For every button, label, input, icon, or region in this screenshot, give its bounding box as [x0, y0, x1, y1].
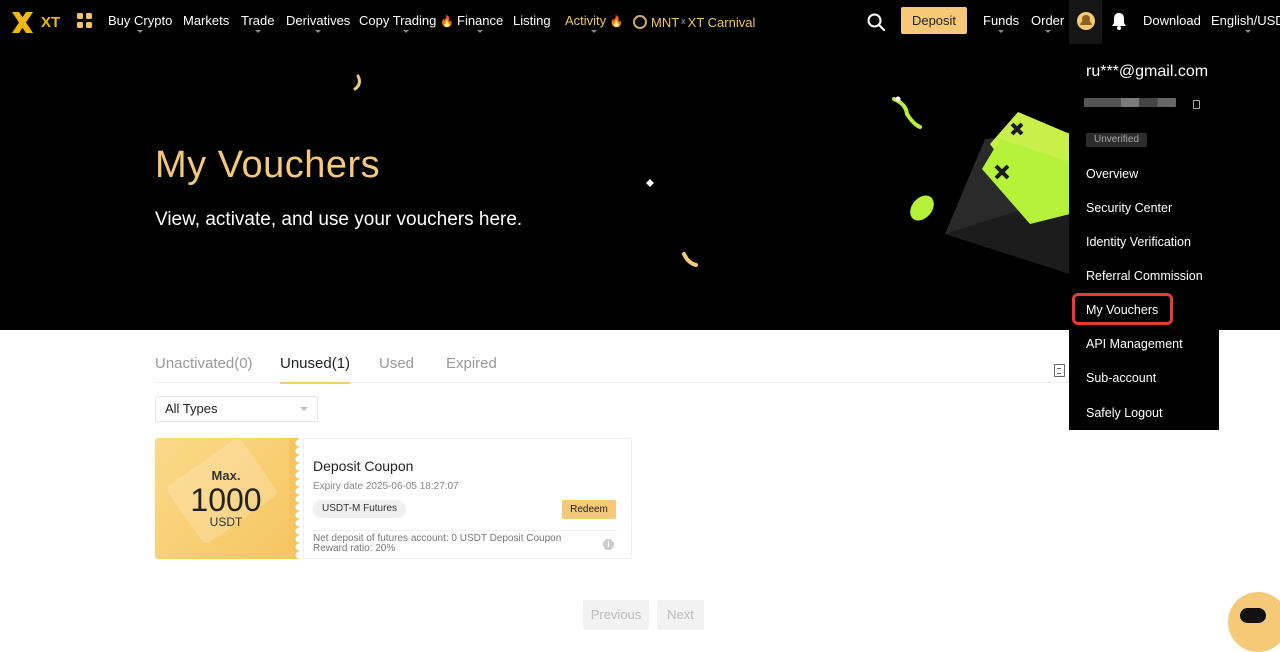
search-icon[interactable]	[867, 13, 885, 31]
voucher-unit: USDT	[209, 515, 243, 529]
voucher-max-label: Max.	[211, 468, 241, 483]
top-nav: XT Buy Crypto Markets Trade Derivatives …	[0, 0, 1280, 44]
account-email: ru***@gmail.com	[1086, 63, 1209, 80]
page-subtitle: View, activate, and use your vouchers he…	[155, 209, 523, 230]
verification-badge: Unverified	[1086, 133, 1148, 147]
avatar-icon[interactable]	[1077, 12, 1095, 30]
chevron-down-icon	[300, 407, 308, 415]
xt-logo-icon	[12, 11, 33, 33]
voucher-note: Net deposit of futures account: 0 USDT D…	[313, 534, 583, 554]
voucher-tag: USDT-M Futures	[313, 500, 407, 518]
nav-funds[interactable]: Funds	[983, 0, 1019, 44]
nav-mnt-carnival[interactable]: MNT x XT Carnival	[633, 0, 755, 44]
redeem-button[interactable]: Redeem	[562, 500, 616, 519]
menu-item-my-vouchers[interactable]: My Vouchers	[1086, 303, 1158, 317]
uid-redacted	[1084, 98, 1176, 107]
nav-listing[interactable]: Listing	[513, 0, 551, 44]
brand-name: XT	[41, 13, 61, 31]
copy-icon[interactable]	[1193, 100, 1200, 109]
chat-support-icon[interactable]	[1228, 592, 1280, 652]
voucher-name: Deposit Coupon	[313, 458, 414, 474]
voucher-details: Deposit Coupon Expiry date 2025-06-05 18…	[303, 438, 632, 559]
deposit-button[interactable]: Deposit	[901, 7, 967, 34]
document-icon[interactable]	[1054, 364, 1065, 377]
voucher-expiry: Expiry date 2025-06-05 18:27:07	[313, 481, 459, 492]
menu-item-api-management[interactable]: API Management	[1086, 337, 1183, 351]
voucher-tabs: Unactivated(0) Unused(1) Used Expired	[155, 355, 1100, 384]
menu-item-referral-commission[interactable]: Referral Commission	[1086, 269, 1203, 283]
nav-finance[interactable]: Finance	[457, 0, 503, 44]
menu-item-overview[interactable]: Overview	[1086, 167, 1138, 181]
tab-expired[interactable]: Expired	[446, 355, 497, 383]
nav-activity[interactable]: Activity 🔥	[565, 0, 624, 44]
divider	[313, 530, 617, 531]
nav-derivatives[interactable]: Derivatives	[286, 0, 350, 44]
info-icon[interactable]: i	[603, 539, 614, 550]
voucher-perforation	[289, 438, 299, 559]
menu-item-security-center[interactable]: Security Center	[1086, 201, 1172, 215]
mnt-coin-icon	[633, 15, 647, 29]
tab-unactivated[interactable]: Unactivated(0)	[155, 355, 253, 383]
menu-item-sub-account[interactable]: Sub-account	[1086, 371, 1156, 385]
nav-copy-trading[interactable]: Copy Trading 🔥	[359, 0, 454, 44]
select-value: All Types	[165, 401, 218, 416]
fire-icon: 🔥	[439, 16, 454, 28]
tab-unused[interactable]: Unused(1)	[280, 355, 351, 384]
nav-markets[interactable]: Markets	[183, 0, 229, 44]
menu-item-safely-logout[interactable]: Safely Logout	[1086, 406, 1162, 420]
voucher-type-select[interactable]: All Types	[155, 396, 318, 422]
nav-buy-crypto[interactable]: Buy Crypto	[108, 0, 172, 44]
xt-logo[interactable]: XT	[10, 9, 66, 35]
nav-locale[interactable]: English/USD	[1211, 0, 1280, 44]
apps-grid-icon[interactable]	[76, 12, 93, 29]
voucher-note-line: Reward ratio: 20%	[313, 543, 396, 554]
page-title: My Vouchers	[155, 144, 381, 186]
account-dropdown: ru***@gmail.com Unverified Overview Secu…	[1069, 44, 1219, 430]
nav-trade[interactable]: Trade	[241, 0, 274, 44]
voucher-amount: 1000	[190, 482, 262, 518]
previous-button[interactable]: Previous	[583, 600, 649, 630]
nav-download[interactable]: Download	[1143, 0, 1201, 44]
nav-order[interactable]: Order	[1031, 0, 1064, 44]
fire-icon: 🔥	[609, 16, 624, 28]
bell-icon[interactable]	[1111, 12, 1127, 30]
next-button[interactable]: Next	[657, 600, 704, 630]
menu-item-identity-verification[interactable]: Identity Verification	[1086, 235, 1191, 249]
tab-used[interactable]: Used	[379, 355, 414, 383]
voucher-amount-panel: Max. 1000 USDT	[155, 438, 295, 559]
